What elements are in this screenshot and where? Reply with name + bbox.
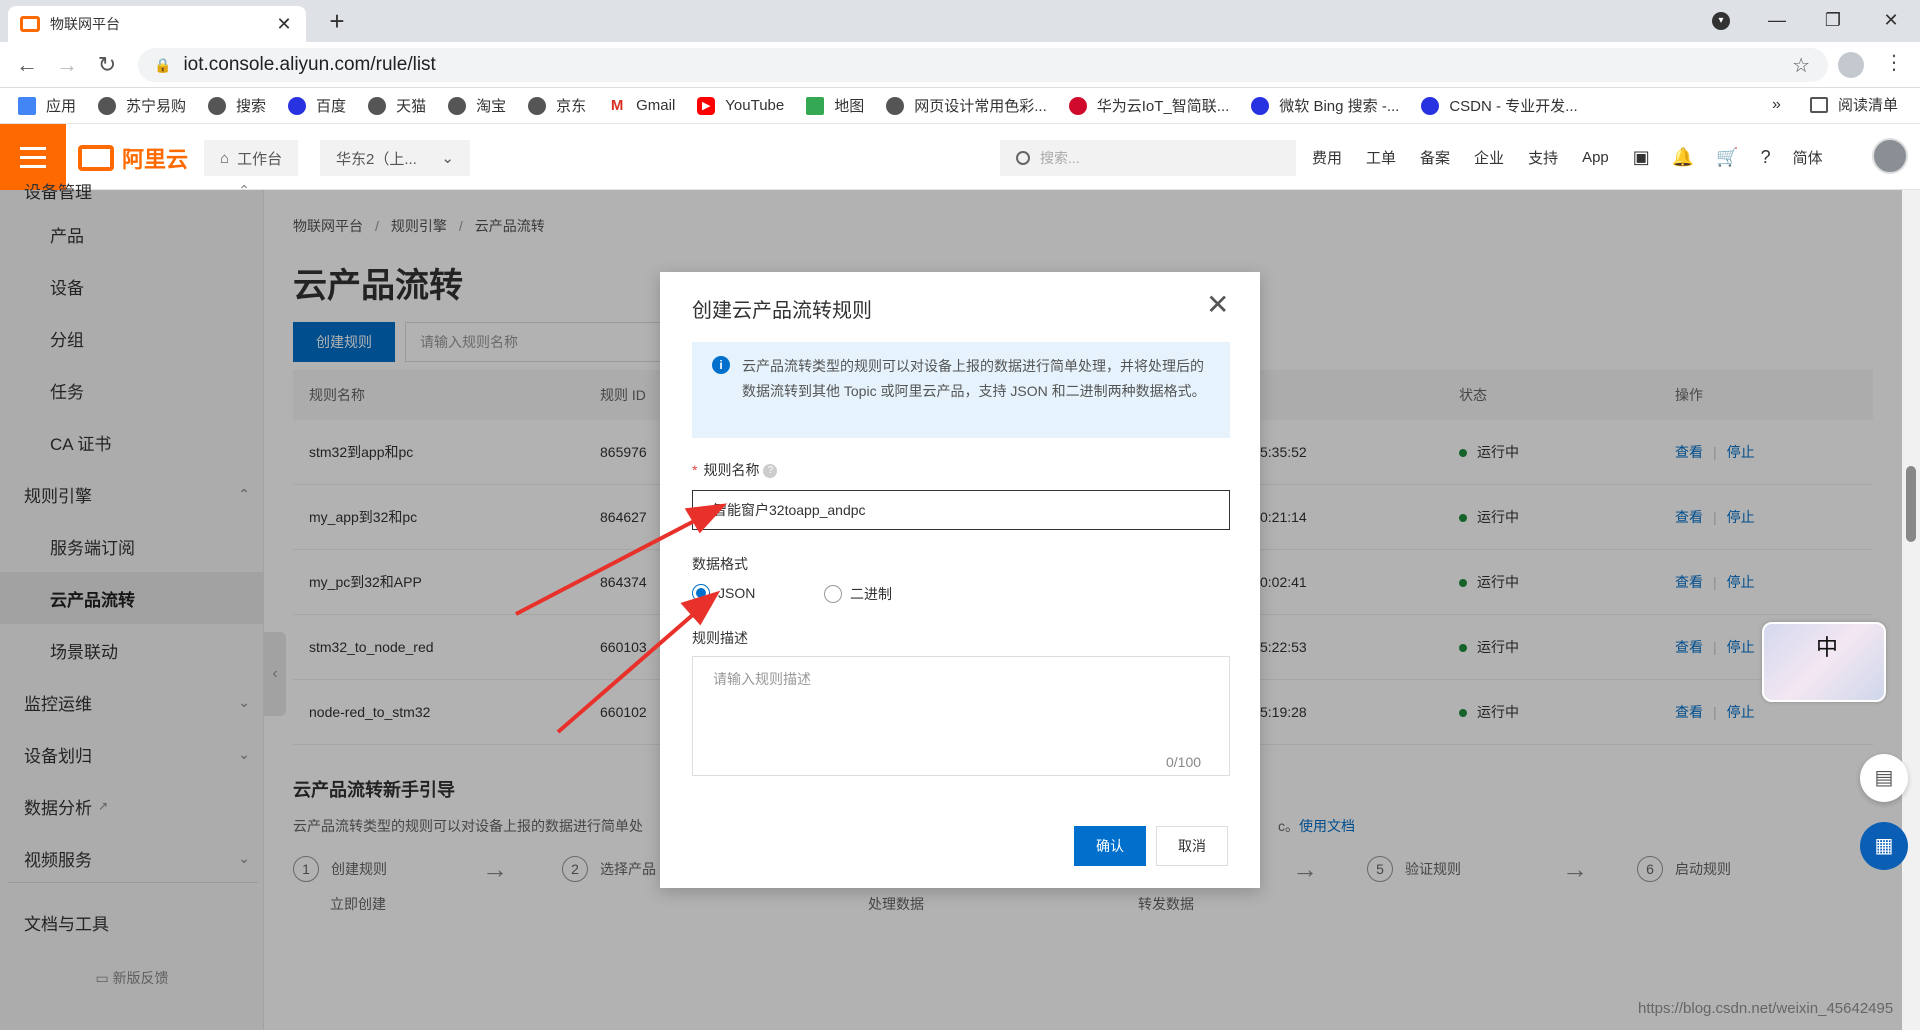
bookmark-item[interactable]: 淘宝 (448, 95, 506, 116)
reload-icon[interactable]: ↻ (92, 50, 122, 80)
baidu-paw-icon (288, 96, 307, 115)
globe-icon (368, 96, 387, 115)
format-radio-json[interactable]: JSON (692, 584, 755, 602)
aliyun-favicon-icon (20, 16, 40, 32)
apps-grid-icon (18, 96, 36, 115)
maximize-icon[interactable]: ❐ (1808, 4, 1858, 36)
help-icon[interactable]: ? (1761, 147, 1771, 168)
back-icon[interactable]: ← (12, 50, 42, 80)
youtube-icon: ▶ (697, 96, 716, 115)
huawei-icon (1068, 96, 1087, 115)
baidu-paw-icon (1421, 96, 1440, 115)
maps-icon (806, 96, 825, 115)
bookmark-item[interactable]: 微软 Bing 搜索 -... (1251, 95, 1399, 116)
bell-icon[interactable]: 🔔 (1672, 147, 1694, 168)
close-icon[interactable]: ✕ (1206, 288, 1229, 321)
bookmark-item[interactable]: CSDN - 专业开发... (1421, 95, 1578, 116)
rule-desc-textarea[interactable]: 请输入规则描述 (692, 656, 1230, 776)
rule-name-input[interactable]: 智能窗户32toapp_andpc (692, 490, 1230, 530)
bookmarks-bar: 应用 苏宁易购 搜索 百度 天猫 淘宝 京东 M Gmail ▶ YouTube 地… (0, 88, 1920, 124)
browser-tab[interactable]: 物联网平台 ✕ (8, 6, 306, 42)
language-switch[interactable]: 简体 (1793, 147, 1823, 168)
bookmark-item[interactable]: 百度 (288, 95, 346, 116)
bookmark-item[interactable]: 苏宁易购 (98, 95, 186, 116)
address-bar[interactable]: 🔒 iot.console.aliyun.com/rule/list ☆ (138, 48, 1828, 82)
data-format-label: 数据格式 (692, 556, 748, 572)
cart-icon[interactable]: 🛒 (1716, 147, 1738, 168)
create-rule-dialog: 创建云产品流转规则 ✕ i 云产品流转类型的规则可以对设备上报的数据进行简单处理… (660, 272, 1260, 888)
bookmark-item[interactable]: 应用 (18, 95, 76, 116)
nav-link[interactable]: App (1582, 149, 1609, 166)
bookmark-item[interactable]: 天猫 (368, 95, 426, 116)
nav-link[interactable]: 费用 (1312, 147, 1342, 168)
url-text: iot.console.aliyun.com/rule/list (183, 54, 436, 75)
info-icon: i (712, 356, 730, 374)
console-topnav: 阿里云 ⌂ 工作台 华东2（上... ⌄ 搜索... 费用 工单 备案 企业 支持 … (0, 124, 1920, 190)
rule-desc-label: 规则描述 (692, 630, 748, 646)
radio-unchecked-icon (824, 585, 842, 603)
reading-list-icon (1810, 96, 1828, 113)
info-notice: i 云产品流转类型的规则可以对设备上报的数据进行简单处理，并将处理后的数据流转到… (692, 342, 1230, 438)
bookmarks-more[interactable]: » (1772, 96, 1781, 114)
rule-name-label: * 规则名称? (692, 460, 778, 480)
format-radio-binary[interactable]: 二进制 (824, 584, 892, 604)
reading-list[interactable]: 阅读清单 (1810, 94, 1898, 115)
topnav-links: 费用 工单 备案 企业 支持 App ▣ 🔔 🛒 ? 简体 (1312, 124, 1847, 190)
browser-tabbar: 物联网平台 ✕ + ▾ — ❐ ✕ (0, 0, 1920, 42)
grid-icon[interactable]: ▦ (1860, 822, 1908, 870)
nav-link[interactable]: 备案 (1420, 147, 1450, 168)
tab-title: 物联网平台 (50, 16, 120, 32)
nav-link[interactable]: 工单 (1366, 147, 1396, 168)
terminal-icon[interactable]: ▣ (1633, 147, 1650, 168)
chat-icon[interactable]: ▤ (1860, 754, 1908, 802)
bookmark-item[interactable]: ▶ YouTube (697, 96, 784, 115)
baidu-paw-icon (1251, 96, 1270, 115)
globe-icon (98, 96, 117, 115)
region-select[interactable]: 华东2（上... ⌄ (320, 140, 470, 176)
bookmark-item[interactable]: 搜索 (208, 95, 266, 116)
browser-menu-icon[interactable]: ⋮ (1884, 50, 1904, 75)
forward-icon[interactable]: → (52, 50, 82, 80)
new-tab-icon[interactable]: + (322, 6, 352, 37)
bookmark-item[interactable]: 地图 (806, 95, 864, 116)
console-search[interactable]: 搜索... (1000, 140, 1296, 176)
minimize-icon[interactable]: — (1752, 4, 1802, 36)
radio-checked-icon (692, 584, 710, 602)
chevron-down-icon: ⌄ (441, 150, 454, 167)
confirm-button[interactable]: 确认 (1074, 826, 1146, 866)
globe-icon (448, 96, 467, 115)
browser-toolbar: ← → ↻ 🔒 iot.console.aliyun.com/rule/list… (0, 42, 1920, 88)
bookmark-item[interactable]: 京东 (528, 95, 586, 116)
gmail-icon: M (610, 96, 624, 114)
nav-link[interactable]: 支持 (1528, 147, 1558, 168)
nav-link[interactable]: 企业 (1474, 147, 1504, 168)
help-icon[interactable]: ? (763, 464, 778, 479)
user-avatar[interactable] (1872, 138, 1908, 174)
globe-icon (208, 96, 227, 115)
search-icon (1016, 151, 1030, 165)
cancel-button[interactable]: 取消 (1156, 826, 1228, 866)
page-scrollbar[interactable] (1902, 190, 1920, 1030)
browser-profile-icon[interactable] (1838, 52, 1864, 78)
bookmark-item[interactable]: M Gmail (608, 97, 675, 115)
bookmark-star-icon[interactable]: ☆ (1792, 53, 1810, 78)
profile-menu-icon[interactable]: ▾ (1712, 12, 1730, 30)
watermark: https://blog.csdn.net/weixin_45642495 (1638, 1000, 1894, 1017)
dialog-title: 创建云产品流转规则 (692, 300, 872, 322)
globe-icon (886, 96, 905, 115)
globe-icon (528, 96, 547, 115)
window-close-icon[interactable]: ✕ (1866, 4, 1916, 36)
bookmark-item[interactable]: 华为云IoT_智简联... (1068, 95, 1229, 116)
scrollbar-thumb[interactable] (1906, 466, 1916, 542)
floating-ime-widget[interactable]: 中 (1762, 622, 1886, 702)
lock-icon: 🔒 (154, 56, 172, 73)
bookmark-item[interactable]: 网页设计常用色彩... (886, 95, 1047, 116)
char-counter: 0/100 (1166, 754, 1202, 770)
tab-close-icon[interactable]: ✕ (274, 14, 294, 35)
